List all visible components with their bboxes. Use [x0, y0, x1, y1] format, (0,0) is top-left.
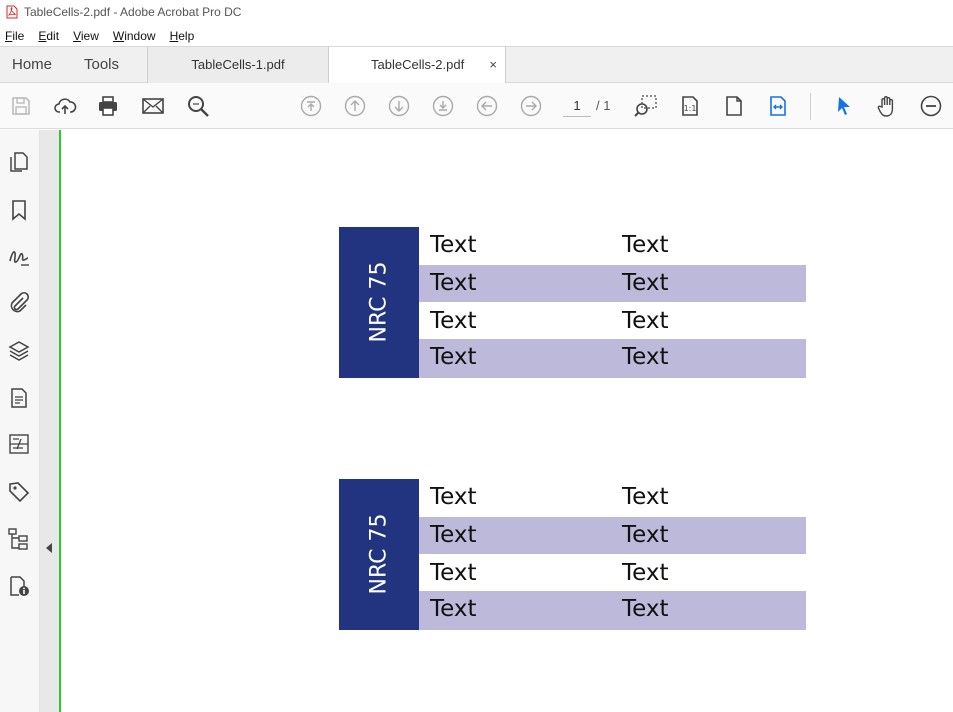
email-icon[interactable] [141, 94, 165, 118]
pdf-table: NRC 75 Text Text Text Text Text Text Tex… [339, 479, 806, 630]
table-row: Text Text [419, 303, 806, 340]
table-cell: Text [430, 270, 477, 296]
close-tab-icon[interactable]: × [489, 47, 497, 83]
table-row: Text Text [419, 591, 806, 630]
first-page-icon[interactable] [299, 94, 323, 118]
menu-bar: File Edit View Window Help [0, 26, 203, 46]
collapse-arrow-icon [46, 543, 52, 553]
fit-width-icon[interactable] [766, 94, 790, 118]
compare-icon[interactable] [7, 432, 31, 456]
table-row: Text Text [419, 339, 806, 378]
table-cell: Text [622, 560, 669, 586]
document-tab-label: TableCells-1.pdf [191, 57, 285, 72]
table-cell: Text [430, 484, 477, 510]
table-cell: Text [430, 232, 477, 258]
pdf-table: NRC 75 Text Text Text Text Text Text Tex… [339, 227, 806, 378]
back-icon[interactable] [475, 94, 499, 118]
table-row: Text Text [419, 555, 806, 592]
navigation-pane-toggle[interactable] [40, 130, 59, 712]
table-cell: Text [430, 344, 477, 370]
search-icon[interactable] [186, 94, 210, 118]
table-side-header: NRC 75 [339, 227, 419, 378]
page-number-input[interactable]: 1 [563, 95, 591, 117]
save-icon[interactable] [9, 94, 33, 118]
document-tab-tablecells-2[interactable]: TableCells-2.pdf × [328, 47, 506, 84]
attachment-icon[interactable] [7, 291, 31, 315]
table-side-label: NRC 75 [366, 513, 392, 595]
menu-view[interactable]: View [73, 29, 99, 43]
menu-edit[interactable]: Edit [38, 29, 59, 43]
select-cursor-icon[interactable] [832, 94, 856, 118]
tags-icon[interactable] [7, 480, 31, 504]
prev-page-icon[interactable] [343, 94, 367, 118]
tab-tools[interactable]: Tools [84, 47, 119, 83]
table-cell: Text [622, 344, 669, 370]
toolbar-divider [810, 93, 811, 120]
structure-icon[interactable] [7, 527, 31, 551]
table-cell: Text [622, 522, 669, 548]
document-view[interactable]: NRC 75 Text Text Text Text Text Text Tex… [61, 130, 953, 712]
security-icon[interactable] [7, 574, 31, 598]
tab-bar: Home Tools TableCells-1.pdf TableCells-2… [0, 46, 953, 84]
table-cell: Text [622, 232, 669, 258]
zoom-out-icon[interactable] [919, 94, 943, 118]
table-row: Text Text [419, 265, 806, 302]
hand-icon[interactable] [875, 94, 899, 118]
bookmark-icon[interactable] [7, 198, 31, 222]
last-page-icon[interactable] [431, 94, 455, 118]
navigation-pane [0, 130, 40, 712]
table-cell: Text [622, 484, 669, 510]
upload-icon[interactable] [53, 94, 77, 118]
signature-icon[interactable] [7, 245, 31, 269]
main-toolbar: 1 / 1 1:1 [0, 83, 953, 129]
table-row: Text Text [419, 227, 806, 264]
svg-text:1:1: 1:1 [684, 104, 697, 113]
next-page-icon[interactable] [387, 94, 411, 118]
layers-icon[interactable] [7, 339, 31, 363]
document-tab-tablecells-1[interactable]: TableCells-1.pdf [147, 47, 328, 83]
table-cell: Text [430, 522, 477, 548]
acrobat-pdf-icon [6, 5, 18, 19]
title-bar: TableCells-2.pdf - Adobe Acrobat Pro DC [0, 0, 953, 24]
menu-help[interactable]: Help [170, 29, 195, 43]
table-cell: Text [622, 308, 669, 334]
forward-icon[interactable] [519, 94, 543, 118]
pages-icon[interactable] [7, 150, 31, 174]
table-row: Text Text [419, 479, 806, 516]
table-row: Text Text [419, 517, 806, 554]
table-cell: Text [622, 270, 669, 296]
window-title: TableCells-2.pdf - Adobe Acrobat Pro DC [24, 5, 242, 19]
zoom-marquee-icon[interactable] [634, 94, 658, 118]
menu-window[interactable]: Window [113, 29, 156, 43]
content-icon[interactable] [7, 386, 31, 410]
print-icon[interactable] [96, 94, 120, 118]
fit-page-icon[interactable] [722, 94, 746, 118]
table-cell: Text [430, 596, 477, 622]
tab-home[interactable]: Home [12, 47, 52, 83]
table-cell: Text [430, 560, 477, 586]
table-side-label: NRC 75 [366, 261, 392, 343]
menu-file[interactable]: File [5, 29, 24, 43]
table-side-header: NRC 75 [339, 479, 419, 630]
document-tab-label: TableCells-2.pdf [371, 57, 465, 72]
page-total: / 1 [596, 98, 611, 113]
table-cell: Text [622, 596, 669, 622]
actual-size-icon[interactable]: 1:1 [678, 94, 702, 118]
table-cell: Text [430, 308, 477, 334]
